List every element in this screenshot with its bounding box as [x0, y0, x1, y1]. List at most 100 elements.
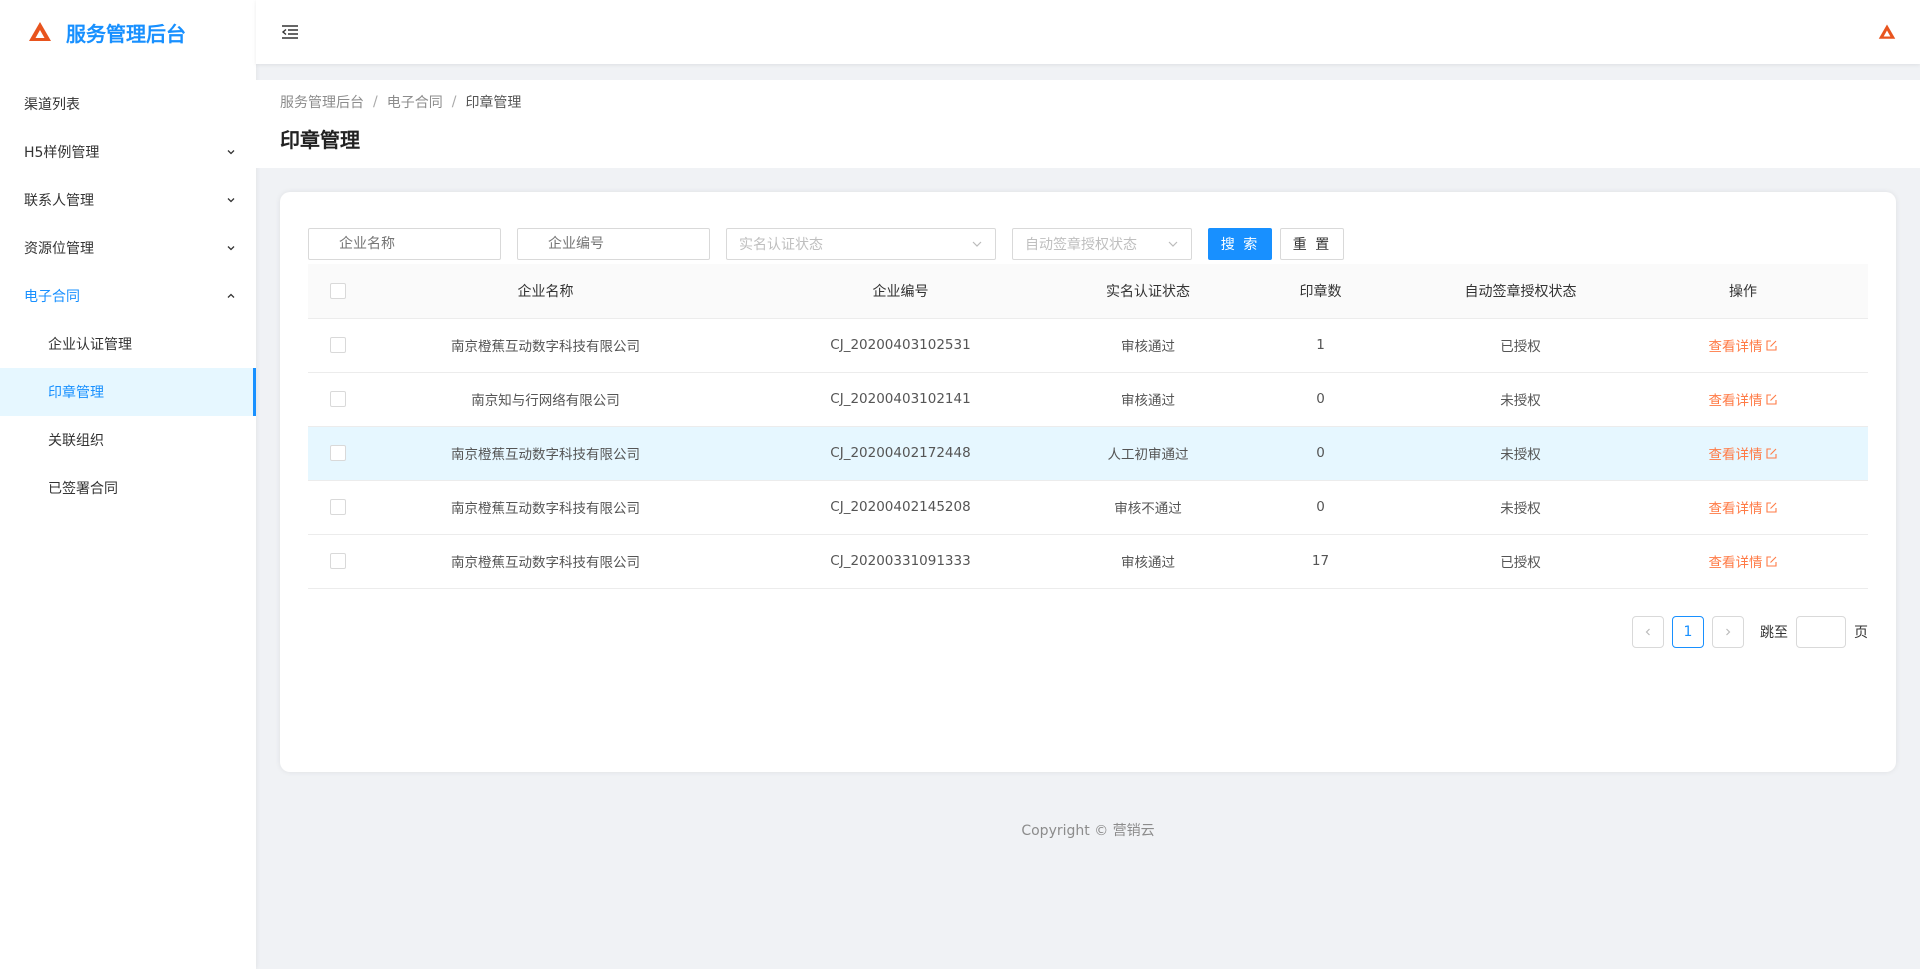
jump-page-input[interactable] — [1796, 616, 1846, 648]
cell-seal-count: 1 — [1218, 318, 1423, 373]
company-no-input[interactable] — [517, 228, 710, 260]
sidebar-item-linked-orgs[interactable]: 关联组织 — [0, 416, 256, 464]
cell-company-name: 南京橙蕉互动数字科技有限公司 — [368, 426, 723, 481]
sidebar-item-signed-contracts[interactable]: 已签署合同 — [0, 464, 256, 512]
view-details-link[interactable]: 查看详情 — [1709, 335, 1778, 355]
chevron-down-icon — [972, 241, 982, 247]
sidebar-item-label: 印章管理 — [48, 385, 104, 401]
cell-auto-sign: 已授权 — [1423, 318, 1618, 373]
table-row[interactable]: 南京橙蕉互动数字科技有限公司 CJ_20200403102531 审核通过 1 … — [308, 318, 1868, 373]
cell-company-name: 南京知与行网络有限公司 — [368, 372, 723, 427]
sidebar-item-label: 渠道列表 — [24, 97, 80, 113]
sidebar-item-contacts[interactable]: 联系人管理 — [0, 176, 256, 224]
pagination: 1 跳至 页 — [1632, 616, 1868, 648]
app-title: 服务管理后台 — [66, 21, 186, 46]
select-all-checkbox[interactable] — [330, 282, 346, 299]
cell-seal-count: 17 — [1218, 534, 1423, 589]
auth-status-select[interactable]: 实名认证状态 — [726, 228, 996, 260]
search-button[interactable]: 搜 索 — [1208, 228, 1272, 260]
sidebar-item-label: 已签署合同 — [48, 481, 118, 497]
select-all-cell — [308, 264, 368, 319]
column-header: 操作 — [1618, 264, 1868, 319]
chevron-right-icon — [1726, 628, 1731, 636]
table-header-row: 企业名称 企业编号 实名认证状态 印章数 自动签章授权状态 操作 — [308, 264, 1868, 319]
breadcrumb-separator: / — [451, 94, 457, 110]
select-placeholder: 自动签章授权状态 — [1025, 237, 1137, 253]
sidebar-item-channel-list[interactable]: 渠道列表 — [0, 80, 256, 128]
view-details-link[interactable]: 查看详情 — [1709, 551, 1778, 571]
page-title: 印章管理 — [280, 128, 360, 152]
cell-company-no: CJ_20200403102531 — [723, 318, 1078, 373]
view-details-label: 查看详情 — [1708, 555, 1763, 571]
sidebar-item-h5-samples[interactable]: H5样例管理 — [0, 128, 256, 176]
sidebar-item-label: 电子合同 — [24, 289, 80, 305]
table-row[interactable]: 南京橙蕉互动数字科技有限公司 CJ_20200402172448 人工初审通过 … — [308, 426, 1868, 481]
menu-fold-icon[interactable] — [280, 22, 300, 42]
sidebar-item-label: H5样例管理 — [24, 145, 100, 161]
reset-button[interactable]: 重 置 — [1280, 228, 1344, 260]
edit-icon — [1765, 393, 1777, 405]
jump-label: 跳至 — [1760, 625, 1788, 641]
column-header: 企业编号 — [723, 264, 1078, 319]
chevron-down-icon — [227, 246, 235, 251]
footer-copyright: Copyright © 营销云 — [1021, 823, 1155, 839]
cell-auth-status: 审核通过 — [1078, 372, 1218, 427]
content-card: 实名认证状态 自动签章授权状态 搜 索 重 置 企业名称 企业编号 实名认证状态… — [280, 192, 1896, 772]
view-details-link[interactable]: 查看详情 — [1709, 443, 1778, 463]
breadcrumb-item-home[interactable]: 服务管理后台 — [280, 92, 364, 112]
cell-auto-sign: 已授权 — [1423, 534, 1618, 589]
select-placeholder: 实名认证状态 — [739, 237, 823, 253]
row-checkbox[interactable] — [330, 445, 346, 461]
cell-company-no: CJ_20200403102141 — [723, 372, 1078, 427]
seal-table: 企业名称 企业编号 实名认证状态 印章数 自动签章授权状态 操作 南京橙蕉互动数… — [308, 264, 1868, 589]
view-details-label: 查看详情 — [1708, 501, 1763, 517]
app-logo[interactable]: 服务管理后台 — [0, 0, 256, 64]
breadcrumb-item-current: 印章管理 — [465, 95, 522, 111]
sidebar-item-resources[interactable]: 资源位管理 — [0, 224, 256, 272]
column-header: 印章数 — [1218, 264, 1423, 319]
breadcrumb-separator: / — [373, 94, 378, 110]
sidebar-item-label: 企业认证管理 — [48, 337, 132, 353]
view-details-label: 查看详情 — [1708, 447, 1763, 463]
next-page-button[interactable] — [1712, 616, 1744, 648]
cell-company-name: 南京橙蕉互动数字科技有限公司 — [368, 480, 723, 535]
cell-seal-count: 0 — [1218, 426, 1423, 481]
cell-auth-status: 审核通过 — [1078, 318, 1218, 373]
edit-icon — [1765, 555, 1777, 567]
sidebar-item-company-auth[interactable]: 企业认证管理 — [0, 320, 256, 368]
table-row[interactable]: 南京知与行网络有限公司 CJ_20200403102141 审核通过 0 未授权… — [308, 372, 1868, 427]
cell-company-no: CJ_20200402172448 — [723, 426, 1078, 481]
sidebar-item-seal-management[interactable]: 印章管理 — [0, 368, 256, 416]
sidebar-menu: 渠道列表 H5样例管理 联系人管理 资源位管理 电子合同 企业认证管理 印章管理… — [0, 80, 256, 512]
sidebar-item-e-contract[interactable]: 电子合同 — [0, 272, 256, 320]
sidebar-item-label: 资源位管理 — [24, 241, 94, 257]
cell-auto-sign: 未授权 — [1423, 372, 1618, 427]
cell-seal-count: 0 — [1218, 372, 1423, 427]
company-name-input[interactable] — [308, 228, 501, 260]
breadcrumb-item-e-contract[interactable]: 电子合同 — [387, 92, 443, 112]
table-row[interactable]: 南京橙蕉互动数字科技有限公司 CJ_20200331091333 审核通过 17… — [308, 534, 1868, 589]
view-details-label: 查看详情 — [1708, 393, 1763, 409]
row-checkbox[interactable] — [330, 553, 346, 569]
cell-auth-status: 审核通过 — [1078, 534, 1218, 589]
row-checkbox[interactable] — [330, 499, 346, 515]
page-button[interactable]: 1 — [1672, 616, 1704, 648]
cell-auto-sign: 未授权 — [1423, 426, 1618, 481]
row-checkbox[interactable] — [330, 391, 346, 407]
auto-sign-select[interactable]: 自动签章授权状态 — [1012, 228, 1192, 260]
breadcrumb: 服务管理后台 / 电子合同 / 印章管理 — [280, 92, 1896, 112]
table-row[interactable]: 南京橙蕉互动数字科技有限公司 CJ_20200402145208 审核不通过 0… — [308, 480, 1868, 535]
filter-bar: 实名认证状态 自动签章授权状态 搜 索 重 置 — [308, 228, 1344, 260]
view-details-link[interactable]: 查看详情 — [1709, 497, 1778, 517]
user-logo-icon[interactable] — [1878, 23, 1896, 41]
chevron-left-icon — [1645, 628, 1650, 636]
edit-icon — [1765, 339, 1777, 351]
sidebar-item-label: 关联组织 — [48, 433, 104, 449]
page-header: 服务管理后台 / 电子合同 / 印章管理 印章管理 — [256, 80, 1920, 168]
sidebar-item-label: 联系人管理 — [24, 193, 94, 209]
row-checkbox[interactable] — [330, 337, 346, 353]
view-details-link[interactable]: 查看详情 — [1709, 389, 1778, 409]
chevron-down-icon — [227, 150, 235, 155]
prev-page-button[interactable] — [1632, 616, 1664, 648]
edit-icon — [1765, 501, 1777, 513]
